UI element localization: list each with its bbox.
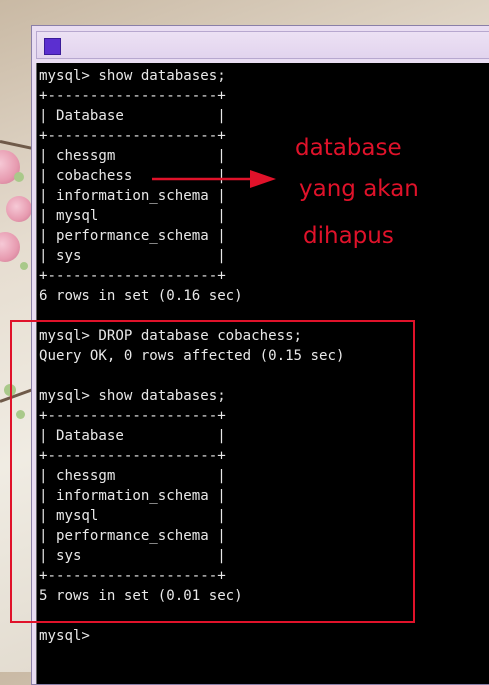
window-titlebar[interactable] <box>36 31 489 59</box>
console-line: +--------------------+ <box>39 88 226 104</box>
console-line: mysql> show databases; <box>39 68 226 84</box>
console-line: | performance_schema | <box>39 228 226 244</box>
console-line: | Database | <box>39 108 226 124</box>
annotation-line-3: dihapus <box>303 223 394 249</box>
console-line: +--------------------+ <box>39 268 226 284</box>
right-arrow-icon <box>152 170 276 188</box>
console-line: mysql> <box>39 628 99 644</box>
console-line: 6 rows in set (0.16 sec) <box>39 288 243 304</box>
terminal-app-icon[interactable] <box>44 38 61 55</box>
console-line: | sys | <box>39 248 226 264</box>
annotation-line-2: yang akan <box>299 176 419 202</box>
console-line: | mysql | <box>39 208 226 224</box>
annotation-line-1: database <box>295 135 402 161</box>
drop-command-highlight <box>10 320 415 623</box>
